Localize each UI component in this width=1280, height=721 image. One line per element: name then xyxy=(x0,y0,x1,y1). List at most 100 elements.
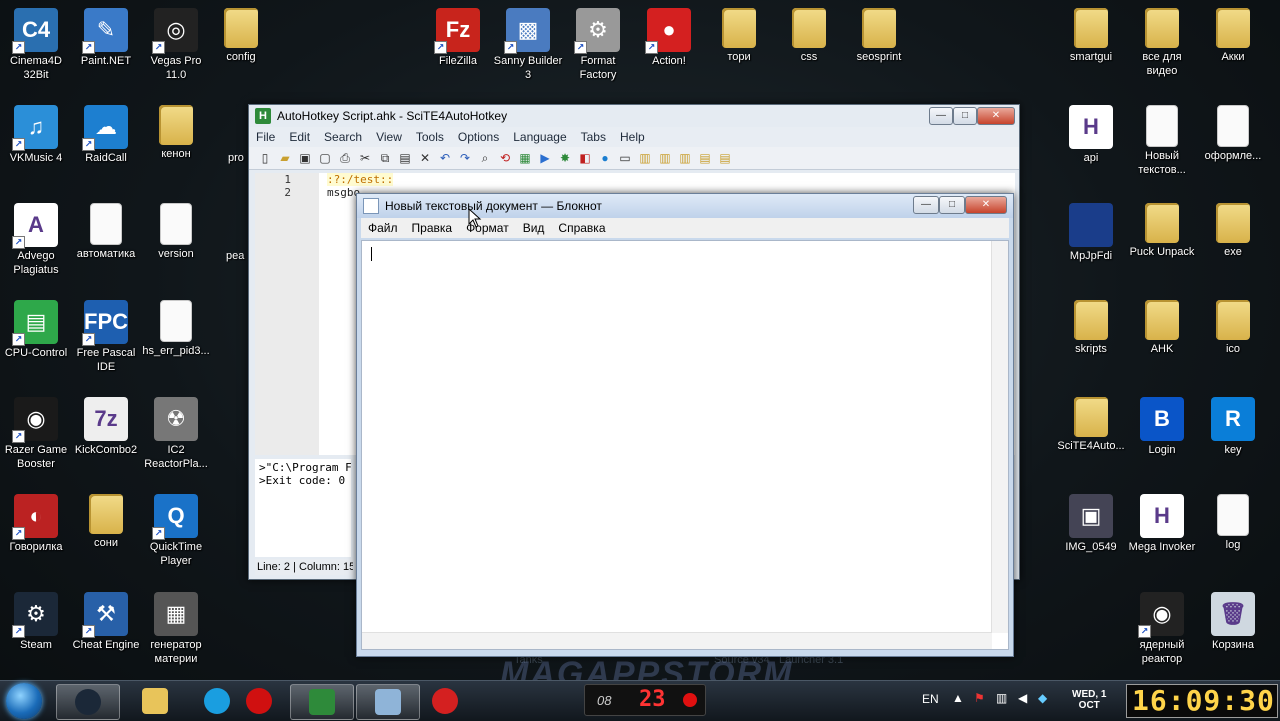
desktop-icon-автоматика[interactable]: автоматика xyxy=(70,203,142,261)
output-pane[interactable]: >"C:\Program F >Exit code: 0 xyxy=(255,459,351,557)
note-icon-2[interactable]: ▤ xyxy=(717,150,733,166)
desktop-icon-quicktime-player[interactable]: Q ↗ QuickTime Player xyxy=(140,494,212,568)
desktop-icon-ic2-reactorpla[interactable]: ☢ IC2 ReactorPla... xyxy=(140,397,212,471)
desktop-icon-генератор-материи[interactable]: ▦ генератор материи xyxy=(140,592,212,666)
desktop-icon-free-pascal-ide[interactable]: FPC ↗ Free Pascal IDE xyxy=(70,300,142,374)
notepad-menu-справка[interactable]: Справка xyxy=(551,221,612,235)
desktop-icon-raidcall[interactable]: ☁ ↗ RaidCall xyxy=(70,105,142,165)
horizontal-scrollbar[interactable] xyxy=(362,632,992,649)
notepad-menu-правка[interactable]: Правка xyxy=(405,221,460,235)
desktop-icon-puck-unpack[interactable]: Puck Unpack xyxy=(1126,203,1198,259)
scite-menu-search[interactable]: Search xyxy=(317,130,369,144)
window-icon[interactable]: ◧ xyxy=(577,150,593,166)
vertical-scrollbar[interactable] xyxy=(991,241,1008,633)
desktop-icon-log[interactable]: log xyxy=(1197,494,1269,552)
desktop-icon-сони[interactable]: сони xyxy=(70,494,142,550)
paste-icon[interactable]: ▤ xyxy=(397,150,413,166)
desktop-icon-css[interactable]: css xyxy=(773,8,845,64)
desktop-icon-config[interactable]: config xyxy=(205,8,277,64)
desktop-icon-vegas-pro-11-0[interactable]: ◎ ↗ Vegas Pro 11.0 xyxy=(140,8,212,82)
desktop-icon-тори[interactable]: тори xyxy=(703,8,775,64)
desktop-icon-paint-net[interactable]: ✎ ↗ Paint.NET xyxy=(70,8,142,68)
desktop-icon-mega-invoker[interactable]: H Mega Invoker xyxy=(1126,494,1198,554)
undo-icon[interactable]: ↶ xyxy=(437,150,453,166)
script-icon-3[interactable]: ▥ xyxy=(677,150,693,166)
desktop-icon-login[interactable]: B Login xyxy=(1126,397,1198,457)
tray-volume-icon[interactable]: ◀ xyxy=(1018,691,1027,705)
clock[interactable]: 16:09:30 xyxy=(1132,684,1275,717)
scite-close-button[interactable]: ✕ xyxy=(977,107,1015,125)
notepad-minimize-button[interactable]: — xyxy=(913,196,939,214)
desktop-icon-key[interactable]: Rkey xyxy=(1197,397,1269,457)
screen-icon[interactable]: ▭ xyxy=(617,150,633,166)
desktop-icon-exe[interactable]: exe xyxy=(1197,203,1269,259)
taskbar-app-opera[interactable] xyxy=(228,684,290,718)
run-icon[interactable]: ▶ xyxy=(537,150,553,166)
desktop-icon-новый-текстов[interactable]: Новый текстов... xyxy=(1126,105,1198,177)
desktop-icon-hs-err-pid3[interactable]: hs_err_pid3... xyxy=(140,300,212,358)
taskbar-app-action[interactable] xyxy=(414,684,476,718)
close-file-icon[interactable]: ▢ xyxy=(317,150,333,166)
script-icon-1[interactable]: ▥ xyxy=(637,150,653,166)
script-icon-2[interactable]: ▥ xyxy=(657,150,673,166)
tray-arrow-icon[interactable]: ▲ xyxy=(952,691,964,705)
notepad-window[interactable]: Новый текстовый документ — Блокнот — □ ✕… xyxy=(356,193,1014,657)
desktop-icon-format-factory[interactable]: ⚙ ↗ Format Factory xyxy=(562,8,634,82)
desktop-icon-action[interactable]: ● ↗ Action! xyxy=(633,8,705,68)
scite-titlebar[interactable]: H AutoHotkey Script.ahk - SciTE4AutoHotk… xyxy=(249,105,1019,127)
find-icon[interactable]: ⌕ xyxy=(477,150,493,166)
desktop-icon-scite4auto[interactable]: SciTE4Auto... xyxy=(1055,397,1127,453)
desktop-icon-ico[interactable]: ico xyxy=(1197,300,1269,356)
desktop-icon-говорилка[interactable]: ◐ ↗ Говорилка xyxy=(0,494,72,554)
scite-menu-edit[interactable]: Edit xyxy=(282,130,317,144)
scite-menu-help[interactable]: Help xyxy=(613,130,652,144)
desktop-icon-sanny-builder-3[interactable]: ▩ ↗ Sanny Builder 3 xyxy=(492,8,564,82)
desktop-icon-smartgui[interactable]: smartgui xyxy=(1055,8,1127,64)
desktop-icon-корзина[interactable]: 🗑 Корзина xyxy=(1197,592,1269,652)
scite-menu-language[interactable]: Language xyxy=(506,130,573,144)
notepad-close-button[interactable]: ✕ xyxy=(965,196,1007,214)
desktop-icon-cpu-control[interactable]: ▤ ↗ CPU-Control xyxy=(0,300,72,360)
desktop-icon-кенон[interactable]: кенон xyxy=(140,105,212,161)
notepad-menu-файл[interactable]: Файл xyxy=(361,221,405,235)
desktop-icon-api[interactable]: Hapi xyxy=(1055,105,1127,165)
delete-icon[interactable]: ✕ xyxy=(417,150,433,166)
copy-icon[interactable]: ⧉ xyxy=(377,150,393,166)
open-folder-icon[interactable]: ▰ xyxy=(277,150,293,166)
tray-flag-icon[interactable]: ⚑ xyxy=(974,691,985,705)
scite-menu-options[interactable]: Options xyxy=(451,130,506,144)
desktop-icon-ядерный-реактор[interactable]: ◉ ↗ ядерный реактор xyxy=(1126,592,1198,666)
desktop-icon-steam[interactable]: ⚙ ↗ Steam xyxy=(0,592,72,652)
desktop-icon-cheat-engine[interactable]: ⚒ ↗ Cheat Engine xyxy=(70,592,142,652)
tray-network-icon[interactable]: ▥ xyxy=(996,691,1007,705)
globe-icon[interactable]: ● xyxy=(597,150,613,166)
record-icon[interactable] xyxy=(683,693,697,707)
debug-icon[interactable]: ✸ xyxy=(557,150,573,166)
scite-maximize-button[interactable]: □ xyxy=(953,107,977,125)
notepad-menu-вид[interactable]: Вид xyxy=(516,221,552,235)
desktop-icon-оформле[interactable]: оформле... xyxy=(1197,105,1269,163)
taskbar-app-notepad[interactable] xyxy=(356,684,420,720)
desktop-icon-advego-plagiatus[interactable]: A ↗ Advego Plagiatus xyxy=(0,203,72,277)
scite-menu-tabs[interactable]: Tabs xyxy=(574,130,613,144)
desktop-icon-kickcombo2[interactable]: 7z KickCombo2 xyxy=(70,397,142,457)
desktop-icon-vkmusic-4[interactable]: ♫ ↗ VKMusic 4 xyxy=(0,105,72,165)
taskbar-app-steam[interactable] xyxy=(56,684,120,720)
tray-app-icon[interactable]: ◆ xyxy=(1038,691,1047,705)
notepad-maximize-button[interactable]: □ xyxy=(939,196,965,214)
taskbar-app-scite[interactable] xyxy=(290,684,354,720)
desktop-icon-cinema4d-32bit[interactable]: C4 ↗ Cinema4D 32Bit xyxy=(0,8,72,82)
desktop-icon-seosprint[interactable]: seosprint xyxy=(843,8,915,64)
print-icon[interactable]: ⎙ xyxy=(337,150,353,166)
compile-icon[interactable]: ▦ xyxy=(517,150,533,166)
new-file-icon[interactable]: ▯ xyxy=(257,150,273,166)
desktop-icon-skripts[interactable]: skripts xyxy=(1055,300,1127,356)
desktop-icon-все-для-видео[interactable]: все для видео xyxy=(1126,8,1198,78)
scite-menu-file[interactable]: File xyxy=(249,130,282,144)
scite-menu-tools[interactable]: Tools xyxy=(409,130,451,144)
scite-menu-view[interactable]: View xyxy=(369,130,409,144)
save-icon[interactable]: ▣ xyxy=(297,150,313,166)
redo-icon[interactable]: ↷ xyxy=(457,150,473,166)
taskbar-app-explorer[interactable] xyxy=(124,684,186,718)
start-button[interactable] xyxy=(6,683,42,719)
